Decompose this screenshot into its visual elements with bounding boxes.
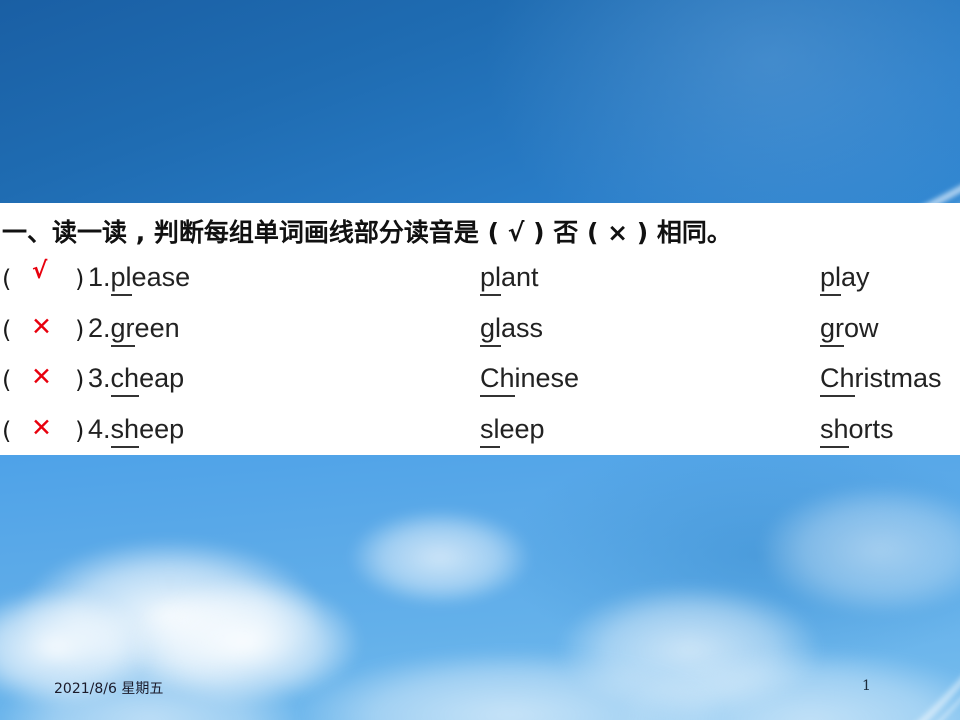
- word-column-2: glass: [480, 312, 544, 347]
- underlined-part: pl: [110, 262, 132, 296]
- item-number: 2.: [88, 312, 111, 343]
- cross-mark-icon: ✕: [31, 412, 52, 442]
- cross-mark-icon: ✕: [31, 311, 52, 341]
- right-paren: ): [75, 265, 85, 293]
- word-rest: ease: [131, 262, 191, 292]
- word-column-2: plant: [480, 262, 539, 296]
- question-list: ( ) √ 1.please plant play ( ) ✕ 2.green: [0, 258, 960, 465]
- word-rest: ass: [501, 312, 544, 343]
- item-number: 1.: [88, 262, 111, 292]
- word-column-2: sleep: [480, 413, 545, 448]
- footer-date: 2021/8/6 星期五: [54, 681, 164, 697]
- word-rest: ant: [501, 262, 539, 292]
- word-column-1: 1.please: [88, 262, 191, 296]
- underlined-part: pl: [820, 262, 842, 296]
- word-rest: inese: [514, 363, 580, 393]
- left-paren: (: [2, 265, 12, 293]
- underlined-part: sh: [820, 413, 849, 448]
- word-rest: eep: [499, 413, 545, 444]
- exercise-heading: 一、读一读 , 判断每组单词画线部分读音是 ( √ ) 否 ( × ) 相同。: [2, 218, 732, 247]
- footer-page-number: 1: [862, 678, 871, 694]
- word-rest: eep: [139, 413, 185, 444]
- word-rest: ow: [844, 312, 879, 343]
- underlined-part: sh: [110, 413, 140, 448]
- question-row: ( ) ✕ 2.green glass grow: [0, 311, 960, 364]
- underlined-part: ch: [110, 363, 140, 397]
- question-row: ( ) √ 1.please plant play: [0, 258, 960, 313]
- left-paren: (: [2, 315, 12, 344]
- right-paren: ): [75, 366, 85, 394]
- word-column-3: Christmas: [820, 363, 942, 397]
- underlined-part: pl: [480, 262, 502, 296]
- word-rest: ay: [841, 262, 870, 292]
- check-mark-icon: √: [32, 258, 48, 284]
- underlined-part: sl: [480, 413, 500, 448]
- word-column-1: 4.sheep: [88, 413, 185, 448]
- word-column-1: 3.cheap: [88, 363, 185, 397]
- cross-mark-icon: ✕: [31, 362, 52, 391]
- word-column-2: Chinese: [480, 363, 580, 397]
- item-number: 4.: [88, 413, 111, 444]
- underlined-part: gl: [480, 312, 502, 347]
- underlined-part: gr: [820, 312, 845, 347]
- word-column-3: play: [820, 262, 870, 296]
- word-rest: ristmas: [854, 363, 942, 393]
- underlined-part: gr: [110, 312, 135, 347]
- sky-arc-bright: [0, 0, 960, 205]
- word-rest: orts: [848, 413, 894, 444]
- left-paren: (: [2, 366, 12, 394]
- word-column-3: shorts: [820, 413, 894, 448]
- underlined-part: Ch: [820, 363, 855, 397]
- slide: 一、读一读 , 判断每组单词画线部分读音是 ( √ ) 否 ( × ) 相同。 …: [0, 0, 960, 720]
- question-row: ( ) ✕ 4.sheep sleep shorts: [0, 412, 960, 465]
- word-rest: eap: [139, 363, 185, 393]
- left-paren: (: [2, 416, 12, 445]
- right-paren: ): [75, 416, 85, 445]
- right-paren: ): [75, 315, 85, 344]
- underlined-part: Ch: [480, 363, 515, 397]
- word-rest: een: [134, 312, 180, 343]
- word-column-3: grow: [820, 312, 879, 347]
- word-column-1: 2.green: [88, 312, 180, 347]
- question-row: ( ) ✕ 3.cheap Chinese Christmas: [0, 362, 960, 414]
- sky-top-background: [0, 0, 960, 205]
- item-number: 3.: [88, 363, 111, 393]
